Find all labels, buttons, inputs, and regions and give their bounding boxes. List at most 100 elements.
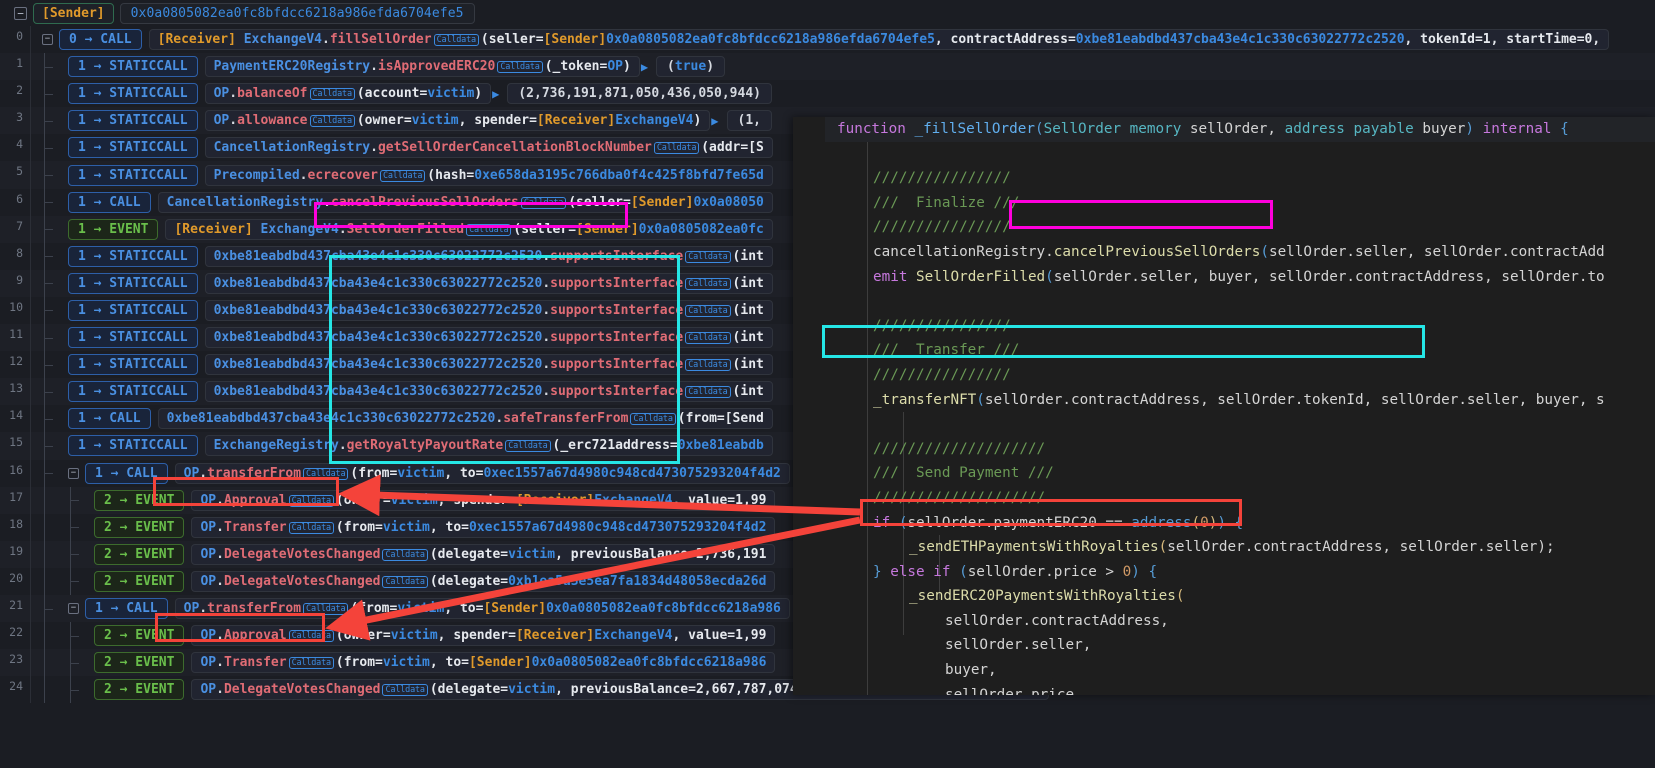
trace-row[interactable]: 1 1 → STATICCALL PaymentERC20Registry.isAp… <box>0 53 1655 81</box>
calldata-badge[interactable]: Calldata <box>685 359 731 372</box>
code-token: { <box>1560 121 1569 137</box>
trace-call-pill[interactable]: OP.Approval Calldata (owner=victim, spende… <box>191 489 776 511</box>
trace-call-pill[interactable]: 0xbe81eabdbd437cba43e4c1c330c63022772c25… <box>204 245 773 267</box>
trace-type-badge[interactable]: 1 → STATICCALL <box>68 137 198 159</box>
trace-row-index: 2 <box>16 83 23 98</box>
collapse-toggle-icon[interactable]: − <box>14 6 27 20</box>
trace-type-badge[interactable]: 1 → CALL <box>85 462 168 484</box>
sender-address-chip[interactable]: 0x0a0805082ea0fc8bfdcc6218a986efda6704ef… <box>119 2 475 24</box>
calldata-badge[interactable]: Calldata <box>653 142 700 155</box>
trace-call-pill[interactable]: [Receiver] ExchangeV4.fillSellOrder Calld… <box>148 29 1610 51</box>
trace-call-pill[interactable]: [Receiver] ExchangeV4.SellOrderFilled Cal… <box>165 218 773 240</box>
calldata-badge[interactable]: Calldata <box>309 88 355 101</box>
code-token: /// Send Payment /// <box>873 465 1054 482</box>
calldata-badge[interactable]: Calldata <box>685 277 731 290</box>
trace-row[interactable]: 0 −0 → CALL [Receiver] ExchangeV4.fillSell… <box>0 26 1655 54</box>
row-collapse-toggle-icon[interactable]: − <box>68 603 79 615</box>
trace-call-pill[interactable]: OP.transferFrom Calldata (from=victim, to=… <box>174 462 790 484</box>
trace-type-badge[interactable]: 1 → STATICCALL <box>68 272 198 294</box>
trace-type-badge[interactable]: 1 → STATICCALL <box>68 354 198 376</box>
trace-type-badge[interactable]: 2 → EVENT <box>94 652 185 674</box>
trace-call-pill[interactable]: OP.Transfer Calldata (from=victim, to=[Sen… <box>191 652 776 674</box>
trace-call-pill[interactable]: 0xbe81eabdbd437cba43e4c1c330c63022772c25… <box>204 354 773 376</box>
calldata-badge[interactable]: Calldata <box>382 548 428 561</box>
calldata-badge[interactable]: Calldata <box>288 630 334 643</box>
trace-type-badge[interactable]: 1 → STATICCALL <box>68 327 198 349</box>
trace-type-badge[interactable]: 1 → STATICCALL <box>68 435 198 457</box>
trace-call-pill[interactable]: Precompiled.ecrecover Calldata (hash=0xe65… <box>204 164 773 186</box>
trace-call-pill[interactable]: OP.balanceOf Calldata (account=victim) <box>204 83 492 105</box>
row-collapse-toggle-icon[interactable]: − <box>42 34 53 46</box>
calldata-badge[interactable]: Calldata <box>303 603 349 616</box>
calldata-badge[interactable]: Calldata <box>433 34 479 47</box>
calldata-badge[interactable]: Calldata <box>630 413 676 426</box>
trace-type-badge[interactable]: 1 → STATICCALL <box>68 381 198 403</box>
trace-call-pill[interactable]: 0xbe81eabdbd437cba43e4c1c330c63022772c25… <box>204 327 773 349</box>
trace-type-badge[interactable]: 1 → CALL <box>68 191 151 213</box>
trace-call-pill[interactable]: OP.DelegateVotesChanged Calldata (delegate… <box>191 570 776 592</box>
trace-type-badge[interactable]: 1 → CALL <box>85 598 168 620</box>
trace-type-badge[interactable]: 1 → EVENT <box>68 218 159 240</box>
code-token: //////////////// <box>873 317 1011 334</box>
code-token: cancelPreviousSellOrders <box>1053 243 1261 260</box>
calldata-badge[interactable]: Calldata <box>466 223 512 236</box>
calldata-badge[interactable]: Calldata <box>685 250 731 263</box>
sender-label-chip[interactable]: [Sender] <box>33 2 114 24</box>
calldata-badge[interactable]: Calldata <box>685 386 731 399</box>
calldata-badge[interactable]: Calldata <box>288 657 334 670</box>
trace-call-pill[interactable]: CancellationRegistry.getSellOrderCancell… <box>204 137 773 159</box>
trace-call-pill[interactable]: OP.Transfer Calldata (from=victim, to=0xec… <box>191 516 776 538</box>
calldata-badge[interactable]: Calldata <box>685 304 731 317</box>
code-token: sellOrder, <box>1181 121 1285 137</box>
trace-call-pill[interactable]: 0xbe81eabdbd437cba43e4c1c330c63022772c25… <box>157 408 773 430</box>
trace-return-pill[interactable]: (true) <box>656 56 726 78</box>
calldata-badge[interactable]: Calldata <box>379 169 426 182</box>
trace-type-badge[interactable]: 2 → EVENT <box>94 570 185 592</box>
trace-return-pill[interactable]: (1, <box>726 110 773 132</box>
calldata-badge[interactable]: Calldata <box>505 440 551 453</box>
trace-row[interactable]: 2 1 → STATICCALL OP.balanceOf Calldata (acco… <box>0 80 1655 108</box>
calldata-badge[interactable]: Calldata <box>497 61 543 74</box>
row-collapse-toggle-icon[interactable]: − <box>68 467 79 479</box>
trace-call-pill[interactable]: 0xbe81eabdbd437cba43e4c1c330c63022772c25… <box>204 272 773 294</box>
trace-type-badge[interactable]: 1 → STATICCALL <box>68 56 198 78</box>
trace-call-pill[interactable]: OP.DelegateVotesChanged Calldata (delegate… <box>191 543 776 565</box>
calldata-badge[interactable]: Calldata <box>685 332 731 345</box>
trace-row-index: 13 <box>9 381 23 396</box>
calldata-badge[interactable]: Calldata <box>288 521 334 534</box>
trace-type-badge[interactable]: 1 → STATICCALL <box>68 110 198 132</box>
code-token: address payable <box>1284 121 1414 137</box>
trace-call-pill[interactable]: 0xbe81eabdbd437cba43e4c1c330c63022772c25… <box>204 299 773 321</box>
trace-call-pill[interactable]: OP.transferFrom Calldata (from=victim, to=… <box>174 598 790 620</box>
trace-type-badge[interactable]: 1 → STATICCALL <box>68 299 198 321</box>
trace-call-pill[interactable]: PaymentERC20Registry.isApprovedERC20 Call… <box>204 56 640 78</box>
calldata-badge[interactable]: Calldata <box>288 494 334 507</box>
trace-type-badge[interactable]: 1 → CALL <box>68 408 151 430</box>
trace-type-badge[interactable]: 1 → STATICCALL <box>68 83 198 105</box>
code-lines-container: function _fillSellOrder(SellOrder memory… <box>825 117 1655 695</box>
code-line: function _fillSellOrder(SellOrder memory… <box>825 117 1655 142</box>
trace-row-index: 22 <box>9 625 23 640</box>
calldata-badge[interactable]: Calldata <box>382 575 428 588</box>
trace-call-pill[interactable]: OP.Approval Calldata (owner=victim, spende… <box>191 625 776 647</box>
calldata-badge[interactable]: Calldata <box>520 196 567 209</box>
trace-type-badge[interactable]: 2 → EVENT <box>94 489 185 511</box>
trace-call-pill[interactable]: OP.allowance Calldata (owner=victim, spend… <box>204 110 711 132</box>
trace-call-pill[interactable]: ExchangeRegistry.getRoyaltyPayoutRate Cal… <box>204 435 773 457</box>
trace-type-badge[interactable]: 2 → EVENT <box>94 625 185 647</box>
trace-type-badge[interactable]: 1 → STATICCALL <box>68 245 198 267</box>
calldata-badge[interactable]: Calldata <box>303 467 349 480</box>
calldata-badge[interactable]: Calldata <box>382 684 428 697</box>
trace-type-badge[interactable]: 2 → EVENT <box>94 679 185 701</box>
trace-call-pill[interactable]: 0xbe81eabdbd437cba43e4c1c330c63022772c25… <box>204 381 773 403</box>
code-line: //////////////////// <box>825 437 1655 462</box>
trace-return-pill[interactable]: (2,736,191,871,050,436,050,944) <box>507 83 772 105</box>
code-line: cancellationRegistry.cancelPreviousSellO… <box>825 240 1655 265</box>
trace-type-badge[interactable]: 0 → CALL <box>59 29 142 51</box>
calldata-badge[interactable]: Calldata <box>309 115 355 128</box>
trace-type-badge[interactable]: 1 → STATICCALL <box>68 164 198 186</box>
trace-type-badge[interactable]: 2 → EVENT <box>94 543 185 565</box>
code-token: { <box>1225 514 1244 531</box>
trace-call-pill[interactable]: CancellationRegistry.cancelPreviousSellO… <box>157 191 773 213</box>
trace-type-badge[interactable]: 2 → EVENT <box>94 516 185 538</box>
